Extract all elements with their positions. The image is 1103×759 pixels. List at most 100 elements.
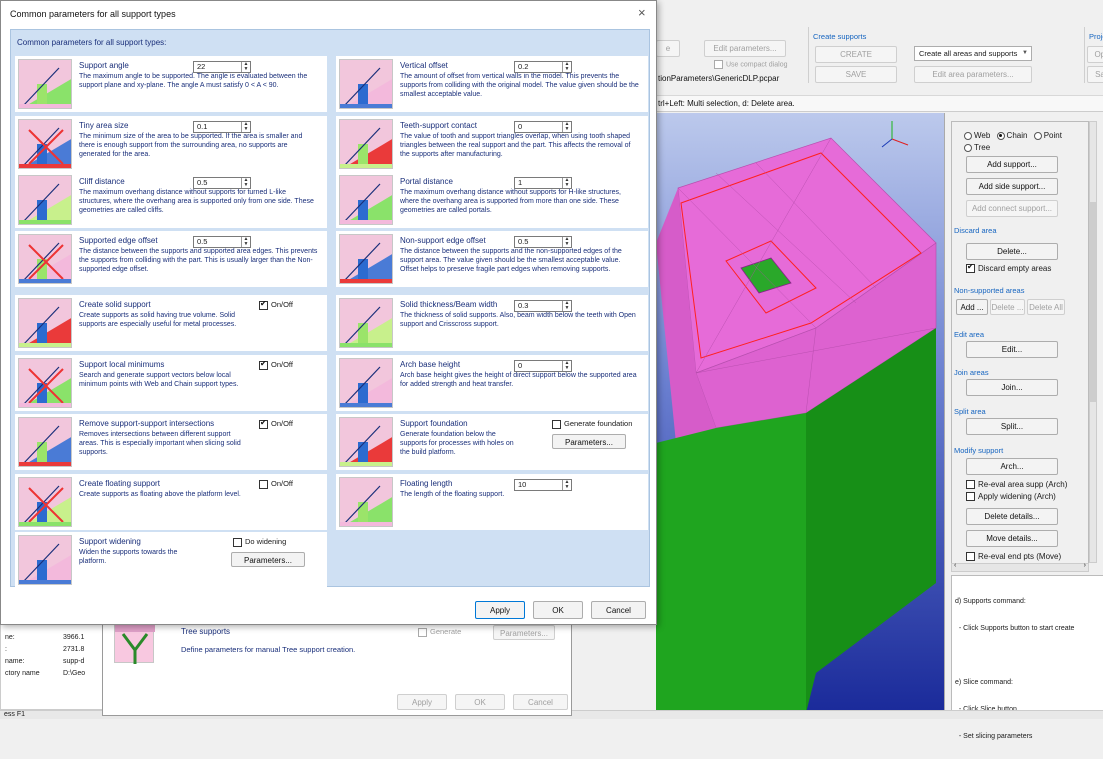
param-spinbox[interactable]: 0.3 ▲ ▼ (514, 300, 572, 312)
scroll-right-icon[interactable]: › (1084, 562, 1086, 569)
radio-tree[interactable]: Tree (964, 143, 990, 152)
spinner-arrows-icon[interactable]: ▲ ▼ (241, 122, 250, 132)
edit-area-parameters-button[interactable]: Edit area parameters... (914, 66, 1032, 83)
compact-dialog-checkbox[interactable]: Use compact dialog (714, 60, 787, 69)
param-tile: Supported edge offset The distance betwee… (15, 231, 327, 287)
param-toggle-checkbox[interactable]: Do widening (233, 537, 286, 547)
add-support-button[interactable]: Add support... (966, 156, 1058, 173)
apply-widening-checkbox[interactable]: Apply widening (Arch) (966, 492, 1056, 502)
param-description: Generate foundation below the supports f… (400, 431, 514, 456)
add-connect-support-button[interactable]: Add connect support... (966, 200, 1058, 217)
param-value: 0.1 (197, 122, 208, 131)
param-spinbox[interactable]: 0.5 ▲ ▼ (193, 236, 251, 248)
param-title: Supported edge offset (79, 236, 158, 245)
spinner-arrows-icon[interactable]: ▲ ▼ (241, 62, 250, 72)
close-icon[interactable]: × (638, 5, 646, 20)
tree-parameters-button[interactable]: Parameters... (493, 625, 555, 640)
radio-chain[interactable]: Chain (996, 131, 1027, 140)
param-toggle-checkbox[interactable]: On/Off (259, 359, 293, 370)
radio-web[interactable]: Web (964, 131, 990, 140)
param-illustration (339, 234, 393, 284)
ok-button[interactable]: OK (533, 601, 583, 619)
param-diagram-icon (19, 418, 71, 466)
dropdown-value: Create all areas and supports (919, 49, 1018, 58)
add-side-support-button[interactable]: Add side support... (966, 178, 1058, 195)
save-button[interactable]: SAVE (815, 66, 897, 83)
param-spinbox[interactable]: 0.5 ▲ ▼ (514, 236, 572, 248)
tree-ok-button[interactable]: OK (455, 694, 505, 710)
create-mode-dropdown[interactable]: Create all areas and supports ▼ (914, 46, 1032, 61)
cancel-button[interactable]: Cancel (591, 601, 646, 619)
horizontal-scrollbar[interactable]: ‹ › (951, 562, 1089, 572)
reeval-arch-checkbox[interactable]: Re-eval area supp (Arch) (966, 480, 1067, 490)
spinner-arrows-icon[interactable]: ▲ ▼ (562, 361, 571, 371)
delete-details-button[interactable]: Delete details... (966, 508, 1058, 525)
param-description: Search and generate support vectors belo… (79, 372, 239, 388)
spinner-arrows-icon[interactable]: ▲ ▼ (562, 237, 571, 247)
hint-bar: trl+Left: Multi selection, d: Delete are… (656, 96, 1103, 112)
model-view-svg (656, 121, 937, 713)
param-toggle-checkbox[interactable]: On/Off (259, 299, 293, 310)
param-illustration (18, 175, 72, 225)
spinner-arrows-icon[interactable]: ▲ ▼ (562, 301, 571, 311)
radio-point[interactable]: Point (1033, 131, 1062, 140)
param-description: Create supports as floating above the pl… (79, 491, 241, 498)
param-title: Teeth-support contact (400, 121, 477, 130)
open-button[interactable]: Ope (1087, 46, 1103, 63)
right-panel: Web Chain Point Tree Add support... Add … (944, 113, 1103, 740)
common-parameters-dialog: Common parameters for all support types … (0, 0, 657, 625)
param-illustration (339, 119, 393, 169)
edit-parameters-button[interactable]: Edit parameters... (704, 40, 786, 57)
param-value: 1 (518, 178, 523, 187)
param-spinbox[interactable]: 10 ▲ ▼ (514, 479, 572, 491)
param-parameters-button[interactable]: Parameters... (552, 434, 626, 449)
param-toggle-checkbox[interactable]: Generate foundation (552, 419, 632, 429)
delete-non-supported-button[interactable]: Delete ... (990, 299, 1025, 315)
discard-empty-checkbox[interactable]: Discard empty areas (966, 262, 1051, 274)
vertical-scrollbar[interactable] (1089, 121, 1097, 563)
scroll-left-icon[interactable]: ‹ (954, 562, 956, 569)
create-button[interactable]: CREATE (815, 46, 897, 63)
edit-area-button[interactable]: Edit... (966, 341, 1058, 358)
param-diagram-icon (19, 120, 71, 168)
info-value: 2731.8 (63, 646, 85, 653)
param-spinbox[interactable]: 0.1 ▲ ▼ (193, 121, 251, 133)
create-supports-group-label: Create supports (813, 32, 867, 41)
tree-apply-button[interactable]: Apply (397, 694, 447, 710)
param-spinbox[interactable]: 0 ▲ ▼ (514, 121, 572, 133)
split-button[interactable]: Split... (966, 418, 1058, 435)
tree-generate-checkbox[interactable]: Generate (418, 627, 461, 637)
spinner-arrows-icon[interactable]: ▲ ▼ (241, 178, 250, 188)
spinner-arrows-icon[interactable]: ▲ ▼ (241, 237, 250, 247)
param-toggle-checkbox[interactable]: On/Off (259, 479, 293, 489)
3d-viewport[interactable] (656, 113, 944, 713)
param-illustration (339, 417, 393, 467)
spinner-arrows-icon[interactable]: ▲ ▼ (562, 480, 571, 490)
tree-cancel-button[interactable]: Cancel (513, 694, 568, 710)
param-spinbox[interactable]: 22 ▲ ▼ (193, 61, 251, 73)
param-tile: Support foundation Generate foundation be… (336, 414, 648, 470)
toolbar-stub-button[interactable]: e (656, 40, 680, 57)
param-illustration (18, 59, 72, 109)
move-details-button[interactable]: Move details... (966, 530, 1058, 547)
project-save-button[interactable]: Sav (1087, 66, 1103, 83)
spinner-arrows-icon[interactable]: ▲ ▼ (562, 122, 571, 132)
join-button[interactable]: Join... (966, 379, 1058, 396)
delete-area-button[interactable]: Delete... (966, 243, 1058, 260)
scroll-thumb[interactable] (1090, 202, 1096, 402)
param-spinbox[interactable]: 0.5 ▲ ▼ (193, 177, 251, 189)
param-spinbox[interactable]: 1 ▲ ▼ (514, 177, 572, 189)
add-non-supported-button[interactable]: Add ... (956, 299, 988, 315)
param-parameters-button[interactable]: Parameters... (231, 552, 305, 567)
param-toggle-checkbox[interactable]: On/Off (259, 418, 293, 429)
param-illustration (339, 298, 393, 348)
reeval-end-checkbox[interactable]: Re-eval end pts (Move) (966, 552, 1061, 562)
arch-button[interactable]: Arch... (966, 458, 1058, 475)
spinner-arrows-icon[interactable]: ▲ ▼ (562, 178, 571, 188)
param-description: The maximum angle to be supported. The a… (79, 73, 308, 89)
spinner-arrows-icon[interactable]: ▲ ▼ (562, 62, 571, 72)
param-spinbox[interactable]: 0.2 ▲ ▼ (514, 61, 572, 73)
apply-button[interactable]: Apply (475, 601, 525, 619)
param-spinbox[interactable]: 0 ▲ ▼ (514, 360, 572, 372)
delete-all-button[interactable]: Delete All (1027, 299, 1065, 315)
